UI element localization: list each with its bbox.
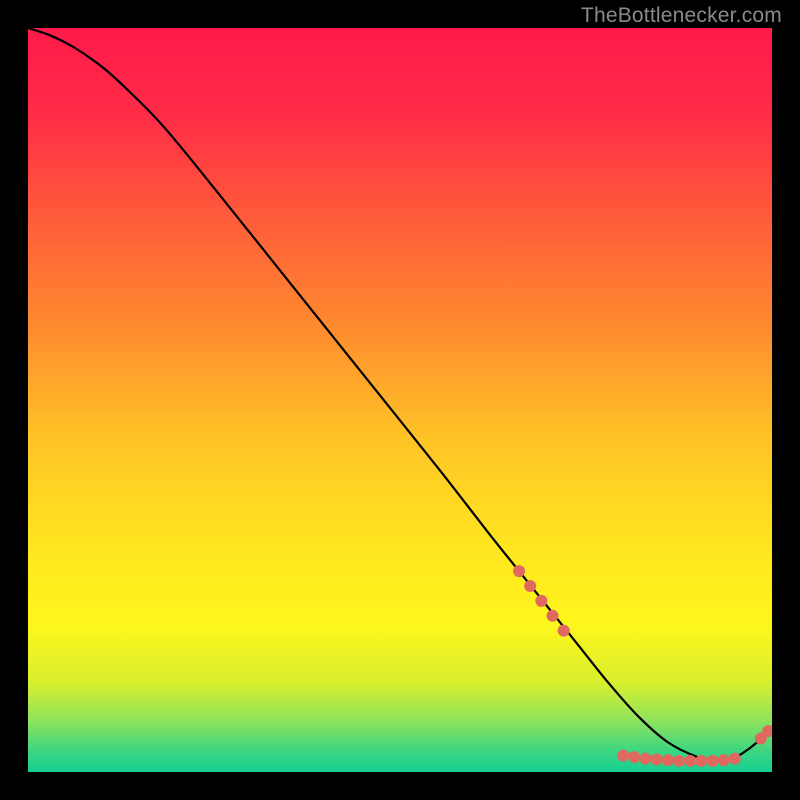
marker-point: [617, 750, 629, 762]
marker-point: [706, 755, 718, 767]
marker-point: [651, 753, 663, 765]
chart-svg: [28, 28, 772, 772]
marker-point: [662, 754, 674, 766]
marker-point: [729, 753, 741, 765]
marker-point: [718, 754, 730, 766]
marker-point: [535, 595, 547, 607]
marker-point: [628, 751, 640, 763]
marker-point: [684, 755, 696, 767]
attribution-text: TheBottlenecker.com: [581, 4, 782, 28]
marker-point: [673, 755, 685, 767]
chart-plot-area: [28, 28, 772, 772]
marker-point: [513, 565, 525, 577]
chart-stage: TheBottlenecker.com: [0, 0, 800, 800]
marker-point: [524, 580, 536, 592]
marker-point: [558, 625, 570, 637]
chart-background: [28, 28, 772, 772]
marker-point: [547, 610, 559, 622]
marker-point: [640, 753, 652, 765]
marker-point: [695, 755, 707, 767]
